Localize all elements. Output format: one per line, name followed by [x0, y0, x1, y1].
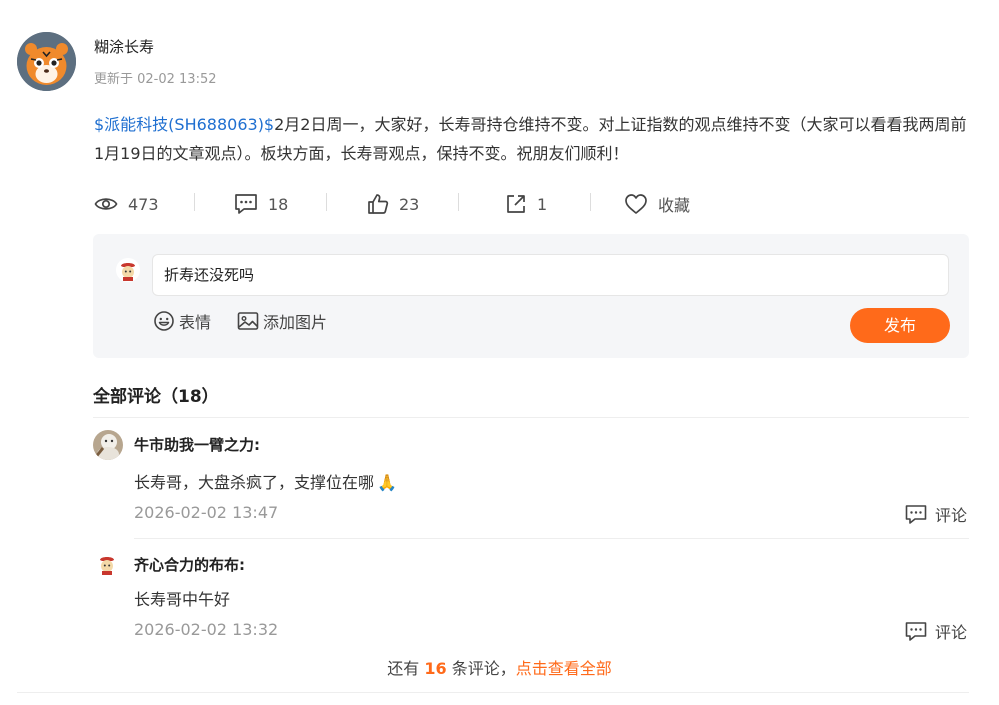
view-all-link[interactable]: 点击查看全部	[516, 659, 612, 678]
add-image-label: 添加图片	[263, 313, 328, 332]
comments-stat[interactable]: 18	[234, 191, 288, 217]
share-stat[interactable]: 1	[505, 191, 547, 217]
favorite-label: 收藏	[658, 196, 691, 215]
comment-author[interactable]: 牛市助我一臂之力:	[134, 434, 260, 455]
updated-time: 更新于 02-02 13:52	[94, 72, 217, 87]
stats-divider	[590, 193, 591, 211]
reply-icon	[905, 621, 927, 641]
share-icon	[507, 195, 525, 213]
divider	[17, 692, 969, 693]
thumbs-up-icon	[368, 194, 389, 214]
comment-text: 长寿哥中午好	[134, 590, 231, 609]
comment-text: 长寿哥，大盘杀疯了，支撑位在哪 🙏	[134, 473, 397, 492]
eye-icon	[94, 198, 118, 210]
comment-icon	[235, 194, 257, 214]
stats-divider	[326, 193, 327, 211]
stock-link[interactable]: $派能科技(SH688063)$	[94, 115, 274, 134]
comment-author[interactable]: 齐心合力的布布:	[134, 554, 245, 575]
heart-icon	[625, 194, 647, 214]
praying-hands-emoji: 🙏	[377, 473, 397, 492]
comment-time: 2026-02-02 13:47	[134, 503, 279, 522]
stats-divider	[194, 193, 195, 211]
share-count: 1	[537, 194, 548, 214]
image-icon	[237, 312, 259, 330]
remaining-count: 16	[424, 659, 447, 678]
more-comments: 还有 16 条评论，点击查看全部	[387, 659, 612, 678]
comment-reply-button[interactable]: 评论	[905, 619, 967, 643]
favorite-button[interactable]: 收藏	[624, 191, 690, 217]
emoji-button[interactable]: 表情	[153, 309, 211, 333]
likes-count: 23	[399, 194, 420, 214]
views-stat: 473	[94, 191, 159, 217]
comment-time: 2026-02-02 13:32	[134, 620, 279, 639]
divider	[93, 417, 969, 418]
comments-count: 18	[268, 194, 289, 214]
author-name[interactable]: 糊涂长寿	[94, 36, 154, 57]
stats-divider	[458, 193, 459, 211]
author-avatar[interactable]	[17, 32, 76, 91]
comments-title: 全部评论（18）	[93, 387, 219, 407]
reply-input[interactable]: 折寿还没死吗	[152, 254, 949, 296]
emoji-label: 表情	[179, 313, 212, 332]
comment-reply-button[interactable]: 评论	[905, 502, 967, 526]
add-image-button[interactable]: 添加图片	[237, 309, 327, 333]
publish-button[interactable]: 发布	[850, 308, 950, 343]
current-user-avatar	[116, 258, 140, 282]
reply-icon	[905, 504, 927, 524]
likes-stat[interactable]: 23	[367, 191, 419, 217]
views-count: 473	[128, 194, 159, 214]
reply-panel	[93, 234, 969, 358]
comment-avatar[interactable]	[95, 552, 119, 576]
emoji-icon	[154, 311, 174, 331]
comment-avatar[interactable]	[93, 430, 123, 460]
post-body: $派能科技(SH688063)$2月2日周一，大家好，长寿哥持仓维持不变。对上证…	[94, 110, 974, 168]
divider	[134, 538, 969, 539]
